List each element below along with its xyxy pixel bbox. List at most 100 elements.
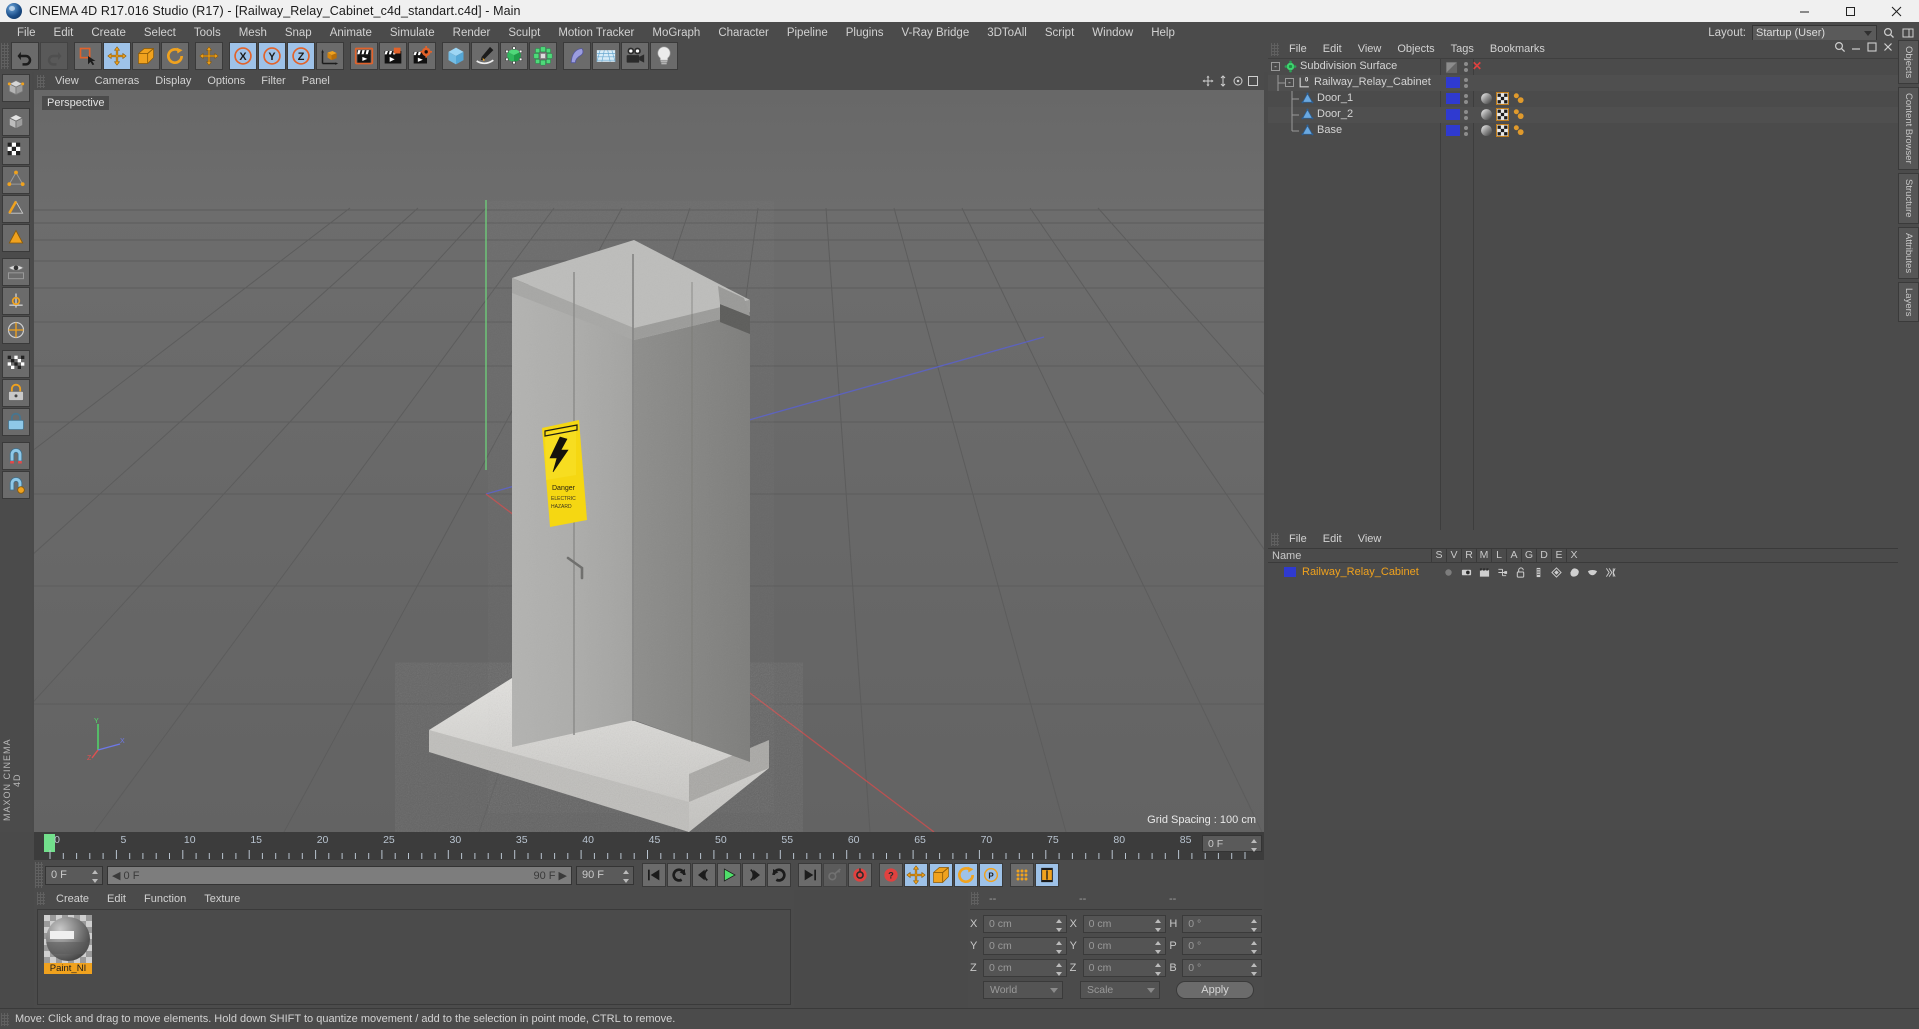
viewport-3d[interactable]: Danger ELECTRIC HAZARD Perspective Grid … (34, 90, 1264, 832)
spinner-icon[interactable] (1250, 918, 1258, 932)
end-frame-input[interactable]: 90 F (576, 865, 634, 885)
render-view-button[interactable] (350, 42, 378, 70)
uvw-tag-icon[interactable] (1496, 124, 1509, 137)
axis-modify-button[interactable] (2, 287, 30, 315)
visibility-dots[interactable] (1464, 110, 1468, 120)
xref-icon[interactable] (1605, 567, 1616, 578)
spinner-icon[interactable] (1251, 839, 1258, 852)
panel-icon[interactable] (1900, 26, 1915, 41)
search-icon[interactable] (1834, 40, 1846, 58)
manager-icon[interactable] (1497, 567, 1508, 578)
scale-key-button[interactable] (929, 863, 953, 887)
object-menu-bookmarks[interactable]: Bookmarks (1482, 42, 1553, 56)
spinner-icon[interactable] (1055, 918, 1063, 932)
render-settings-button[interactable] (408, 42, 436, 70)
close-panel-icon[interactable] (1882, 40, 1894, 58)
viewport-menu-options[interactable]: Options (199, 74, 253, 88)
minimize-button[interactable] (1781, 0, 1827, 22)
coordinates-grip[interactable] (971, 892, 979, 905)
go-to-start-button[interactable] (642, 863, 666, 887)
rotation-input[interactable]: 0 ° (1182, 936, 1262, 955)
menu-item-select[interactable]: Select (135, 25, 185, 41)
menu-item-plugins[interactable]: Plugins (837, 25, 893, 41)
render-toggle-icon[interactable] (1445, 61, 1458, 74)
menu-item-create[interactable]: Create (82, 25, 135, 41)
maximize-button[interactable] (1827, 0, 1873, 22)
param-key-button[interactable] (1010, 863, 1034, 887)
visibility-dots[interactable] (1464, 126, 1468, 136)
object-tree[interactable]: - Subdivision Surface ✕ -0 Railway_Relay_Cab… (1268, 58, 1898, 531)
object-menu-tags[interactable]: Tags (1443, 42, 1482, 56)
viewport-menu-filter[interactable]: Filter (253, 74, 293, 88)
add-camera-button[interactable] (621, 42, 649, 70)
texture-mode-button[interactable] (2, 137, 30, 165)
deformer-icon[interactable] (1569, 567, 1580, 578)
menu-item-window[interactable]: Window (1083, 25, 1142, 41)
menu-item-help[interactable]: Help (1142, 25, 1184, 41)
visibility-dots[interactable] (1464, 94, 1468, 104)
generator-icon[interactable] (1551, 566, 1562, 578)
material-tag-icon[interactable] (1480, 124, 1493, 137)
add-array-button[interactable] (529, 42, 557, 70)
make-editable-button[interactable] (2, 74, 30, 102)
spinner-icon[interactable] (1055, 940, 1063, 954)
toolbar-grip[interactable] (1, 43, 9, 69)
y-axis-lock-button[interactable]: Y (258, 42, 286, 70)
workplane-button[interactable] (2, 379, 30, 407)
menu-item-edit[interactable]: Edit (45, 25, 83, 41)
z-axis-lock-button[interactable]: Z (287, 42, 315, 70)
rotation-input[interactable]: 0 ° (1182, 914, 1262, 933)
dock-tab-attributes[interactable]: Attributes (1898, 226, 1919, 279)
visibility-dots[interactable] (1464, 62, 1468, 72)
animation-icon[interactable] (1533, 567, 1544, 578)
layer-menu-view[interactable]: View (1350, 532, 1390, 546)
apply-button[interactable]: Apply (1176, 980, 1254, 999)
go-to-end-button[interactable] (798, 863, 822, 887)
rotate-tool-button[interactable] (161, 42, 189, 70)
material-menu-grip[interactable] (37, 892, 45, 905)
play-button[interactable] (717, 863, 741, 887)
add-deformer-button[interactable] (563, 42, 591, 70)
soft-selection-button[interactable] (2, 350, 30, 378)
spinner-icon[interactable] (1055, 962, 1063, 976)
model-mode-button[interactable] (2, 108, 30, 136)
transform-mode-dropdown[interactable]: Scale (1080, 980, 1160, 999)
maximize-panel-icon[interactable] (1866, 40, 1878, 58)
menu-item-file[interactable]: File (8, 25, 45, 41)
viewport-menu-cameras[interactable]: Cameras (87, 74, 148, 88)
lock-workplane-button[interactable] (2, 408, 30, 436)
timeline-ruler[interactable]: 051015202530354045505560657075808590 0 F (34, 832, 1264, 860)
expander-toggle[interactable]: - (1271, 62, 1280, 71)
menu-item-character[interactable]: Character (709, 25, 778, 41)
visible-eye-icon[interactable] (1461, 567, 1472, 578)
add-light-button[interactable] (650, 42, 678, 70)
object-row[interactable]: - 0 Railway_Relay_Cabinet (1268, 75, 1898, 91)
menu-item-simulate[interactable]: Simulate (381, 25, 444, 41)
menu-item-snap[interactable]: Snap (276, 25, 321, 41)
add-environment-button[interactable] (592, 42, 620, 70)
object-menu-file[interactable]: File (1281, 42, 1315, 56)
size-input[interactable]: 0 cm (1082, 936, 1167, 955)
previous-key-button[interactable] (667, 863, 691, 887)
live-selection-button[interactable] (74, 42, 102, 70)
minimize-panel-icon[interactable] (1850, 40, 1862, 58)
preview-range-bar[interactable]: ◀ 0 F 90 F ▶ (107, 865, 572, 885)
menu-item-pipeline[interactable]: Pipeline (778, 25, 837, 41)
previous-frame-button[interactable] (692, 863, 716, 887)
object-layer-chip[interactable] (1446, 125, 1460, 136)
layer-row[interactable]: Railway_Relay_Cabinet (1268, 564, 1898, 580)
layer-menu-file[interactable]: File (1281, 532, 1315, 546)
menu-item-v-ray-bridge[interactable]: V-Ray Bridge (892, 25, 978, 41)
move-axis-button[interactable] (195, 42, 223, 70)
spinner-icon[interactable] (1250, 940, 1258, 954)
playback-grip[interactable] (35, 862, 43, 888)
enable-axis-button[interactable] (2, 316, 30, 344)
layer-menu-edit[interactable]: Edit (1315, 532, 1350, 546)
position-input[interactable]: 0 cm (982, 914, 1067, 933)
layout-dropdown[interactable]: Startup (User) (1752, 25, 1877, 41)
object-layer-chip[interactable] (1446, 93, 1460, 104)
record-key-button[interactable] (823, 863, 847, 887)
spinner-icon[interactable] (1155, 962, 1162, 976)
layer-color-swatch[interactable] (1284, 567, 1296, 577)
material-tag-icon[interactable] (1480, 108, 1493, 121)
